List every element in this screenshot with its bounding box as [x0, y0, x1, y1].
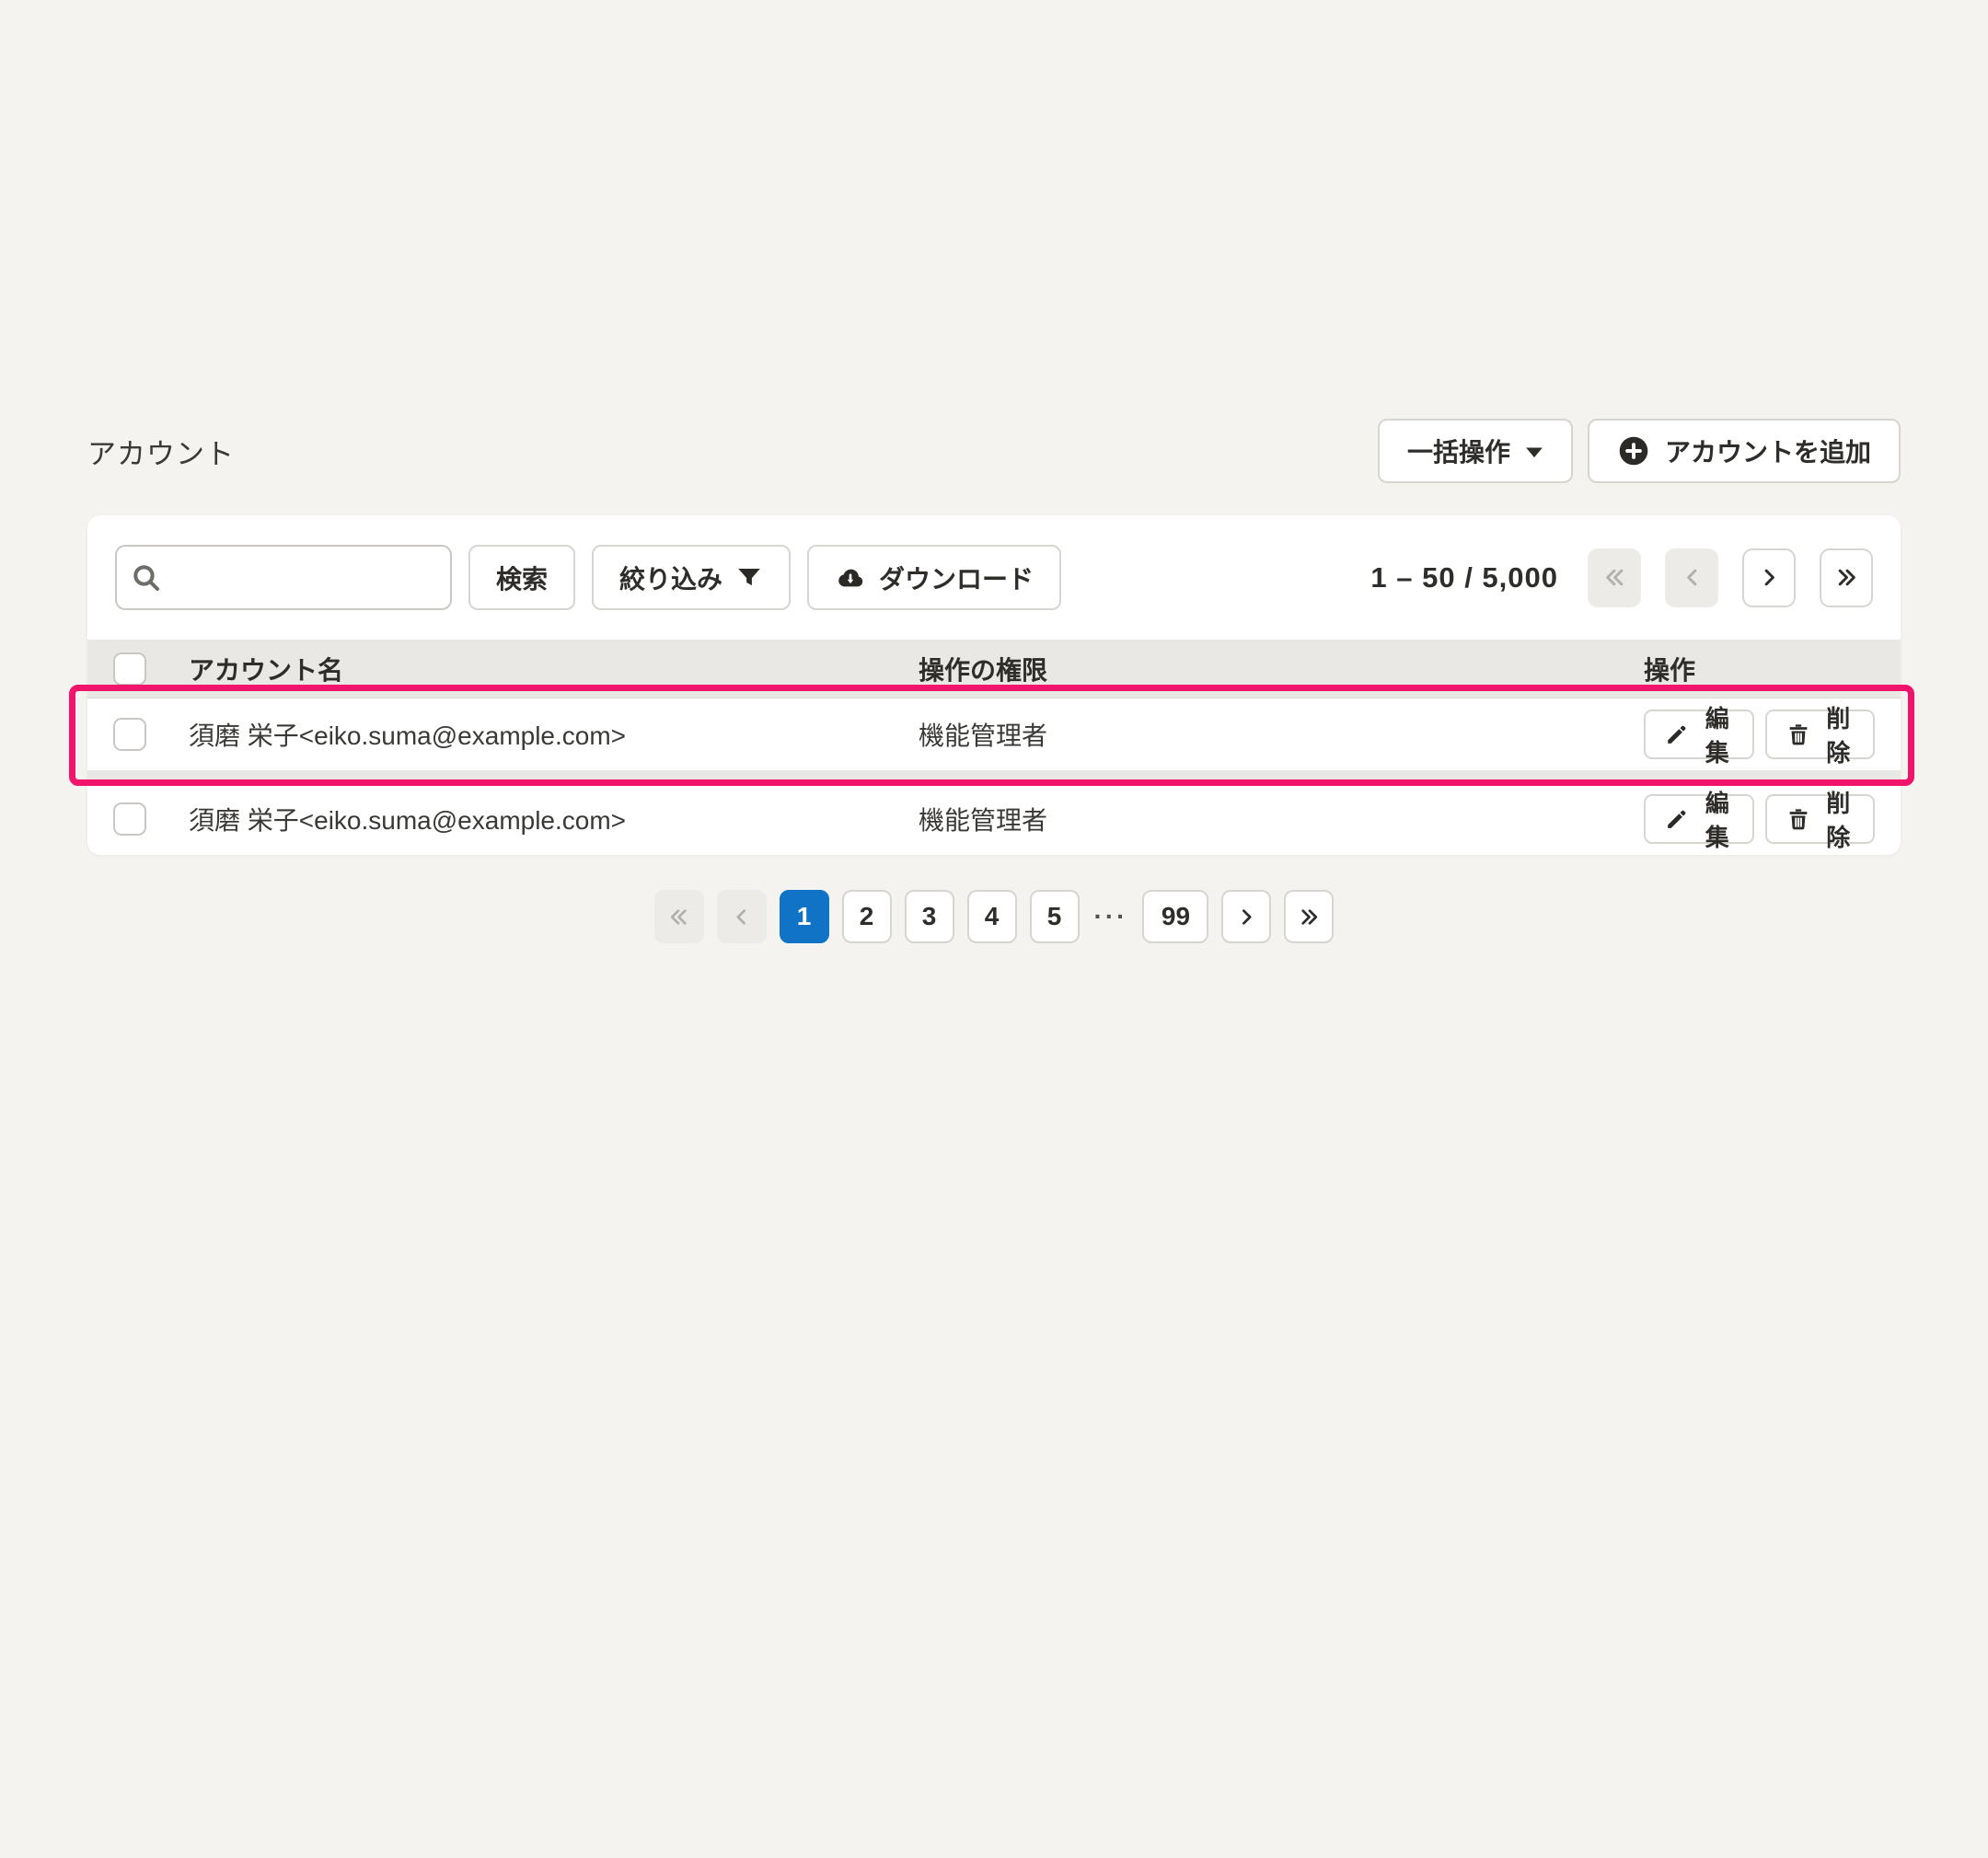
chevron-right-icon: [1757, 565, 1782, 590]
account-name-cell: 須磨 栄子<eiko.suma@example.com>: [189, 801, 919, 837]
bottom-pagination: 1 2 3 4 5 ··· 99: [87, 890, 1901, 943]
row-actions: 編集 削除: [1644, 794, 1875, 844]
next-page-button[interactable]: [1742, 548, 1796, 607]
accounts-table: アカウント名 操作の権限 操作 須磨 栄子<eiko.suma@example.…: [87, 640, 1901, 855]
row-actions: 編集 削除: [1644, 710, 1875, 759]
add-account-label: アカウントを追加: [1665, 433, 1871, 469]
double-chevron-right-icon: [1298, 906, 1321, 929]
trash-icon: [1786, 721, 1811, 747]
edit-button-label: 編集: [1701, 700, 1734, 768]
last-page-button[interactable]: [1284, 890, 1334, 943]
funnel-icon: [735, 564, 763, 592]
pencil-icon: [1664, 721, 1690, 747]
edit-button-label: 編集: [1701, 785, 1734, 853]
double-chevron-right-icon: [1834, 565, 1859, 590]
toolbar: 検索 絞り込み ダウンロード: [87, 515, 1901, 640]
page-button-3[interactable]: 3: [905, 890, 954, 943]
table-header-row: アカウント名 操作の権限 操作: [87, 640, 1901, 698]
double-chevron-left-icon: [1602, 565, 1627, 590]
first-page-button[interactable]: [1588, 548, 1641, 607]
accounts-page: アカウント 一括操作 アカウントを追加: [0, 419, 1988, 943]
double-chevron-left-icon: [667, 906, 690, 929]
delete-button-label: 削除: [1822, 700, 1855, 768]
chevron-right-icon: [1235, 906, 1258, 929]
plus-circle-icon: [1617, 434, 1650, 467]
trash-icon: [1786, 806, 1811, 832]
caret-down-icon: [1525, 444, 1543, 458]
filter-button-label: 絞り込み: [619, 560, 722, 596]
add-account-button[interactable]: アカウントを追加: [1588, 419, 1901, 483]
page-title: アカウント: [87, 431, 235, 472]
edit-button[interactable]: 編集: [1644, 794, 1754, 844]
toolbar-left: 検索 絞り込み ダウンロード: [115, 545, 1061, 610]
column-header-account-name: アカウント名: [189, 651, 919, 687]
column-header-permission: 操作の権限: [919, 651, 1644, 687]
page-button-1[interactable]: 1: [780, 890, 829, 943]
cloud-download-icon: [835, 562, 866, 594]
last-page-button[interactable]: [1820, 548, 1873, 607]
page-button-5[interactable]: 5: [1030, 890, 1080, 943]
select-all-checkbox[interactable]: [113, 652, 146, 686]
download-button[interactable]: ダウンロード: [807, 545, 1061, 610]
page-button-99[interactable]: 99: [1142, 890, 1208, 943]
chevron-left-icon: [1680, 565, 1705, 590]
next-page-button[interactable]: [1221, 890, 1271, 943]
toolbar-pagination: 1 – 50 / 5,000: [1370, 548, 1873, 607]
row-checkbox[interactable]: [113, 802, 146, 836]
download-button-label: ダウンロード: [879, 560, 1034, 596]
row-checkbox[interactable]: [113, 718, 146, 751]
pagination-ellipsis: ···: [1092, 902, 1130, 931]
search-box: [115, 545, 452, 610]
permission-cell: 機能管理者: [919, 801, 1644, 837]
page-header: アカウント 一括操作 アカウントを追加: [87, 419, 1901, 483]
accounts-panel: 検索 絞り込み ダウンロード: [87, 515, 1901, 855]
search-button-label: 検索: [496, 560, 548, 596]
page-button-2[interactable]: 2: [842, 890, 892, 943]
result-range: 1 – 50 / 5,000: [1370, 561, 1558, 594]
table-row: 須磨 栄子<eiko.suma@example.com> 機能管理者 編集: [87, 783, 1901, 855]
permission-cell: 機能管理者: [919, 716, 1644, 753]
delete-button-label: 削除: [1822, 785, 1855, 853]
bulk-actions-button[interactable]: 一括操作: [1378, 419, 1573, 483]
first-page-button[interactable]: [654, 890, 704, 943]
account-name-cell: 須磨 栄子<eiko.suma@example.com>: [189, 716, 919, 753]
prev-page-button[interactable]: [1665, 548, 1718, 607]
filter-button[interactable]: 絞り込み: [592, 545, 791, 610]
bulk-actions-label: 一括操作: [1407, 433, 1510, 469]
delete-button[interactable]: 削除: [1765, 794, 1876, 844]
row-divider: [87, 770, 1901, 783]
column-header-actions: 操作: [1644, 651, 1875, 687]
prev-page-button[interactable]: [717, 890, 767, 943]
delete-button[interactable]: 削除: [1765, 710, 1876, 759]
edit-button[interactable]: 編集: [1644, 710, 1754, 759]
chevron-left-icon: [730, 906, 753, 929]
header-actions: 一括操作 アカウントを追加: [1378, 419, 1901, 483]
search-button[interactable]: 検索: [468, 545, 575, 610]
search-input[interactable]: [115, 545, 452, 610]
pencil-icon: [1664, 806, 1690, 832]
page-button-4[interactable]: 4: [967, 890, 1017, 943]
table-row: 須磨 栄子<eiko.suma@example.com> 機能管理者 編集: [87, 698, 1901, 770]
